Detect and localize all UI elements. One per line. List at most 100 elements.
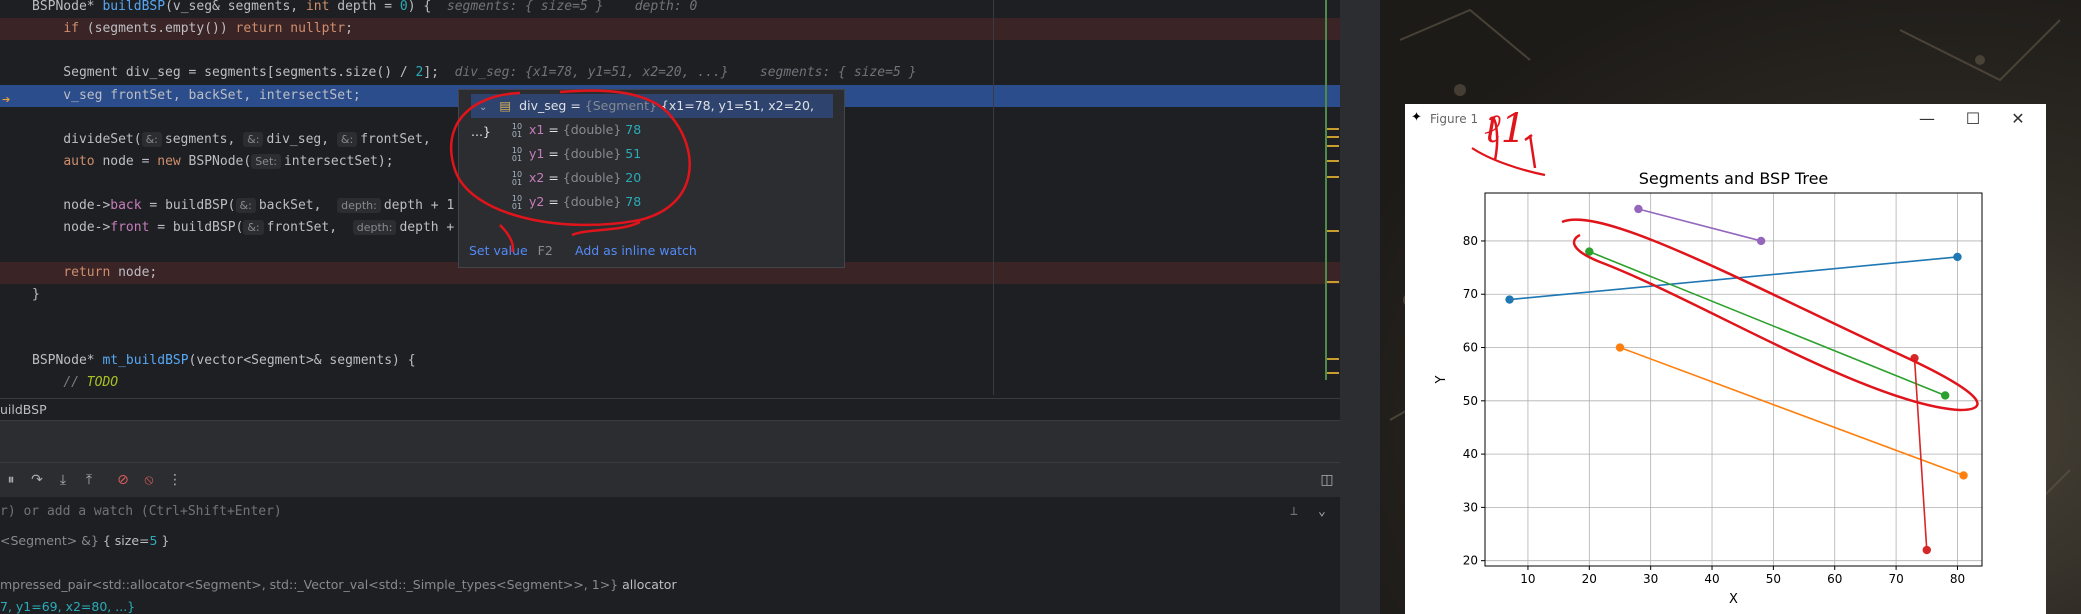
x-tick-label: 50 — [1766, 572, 1781, 586]
add-inline-watch-link[interactable]: Add as inline watch — [575, 243, 697, 258]
code-line[interactable]: // TODO — [0, 372, 1340, 394]
code-line[interactable]: BSPNode* buildBSP(v_seg& segments, int d… — [0, 0, 1340, 18]
variables-list[interactable]: <Segment> &} { size=5 } mpressed_pair<std… — [0, 527, 1340, 614]
popup-field-row[interactable]: 10 01 x1 = {double} 78 — [459, 118, 844, 142]
code-token: (v_seg& segments, — [165, 0, 306, 14]
code-token: backSet, — [258, 198, 338, 213]
code-token: ]; — [423, 65, 455, 80]
code-line[interactable] — [0, 40, 1340, 62]
chevron-down-icon[interactable]: ⌄ — [1318, 497, 1326, 527]
layout-settings-icon[interactable]: ◫ — [1318, 471, 1336, 489]
y-tick-label: 50 — [1463, 394, 1478, 408]
code-token: node; — [110, 265, 158, 280]
more-options-icon[interactable]: ⋮ — [166, 471, 184, 489]
data-point — [1615, 343, 1625, 352]
variable-row[interactable]: 7, y1=69, x2=80, ...} — [0, 599, 135, 614]
code-token: int — [305, 0, 330, 14]
code-line-text: auto node = new BSPNode(Set: intersectSet… — [32, 151, 394, 173]
figure-window-title: Figure 1 — [1430, 112, 1479, 126]
code-token: (vector<Segment>& segments) { — [188, 353, 416, 368]
code-line[interactable] — [0, 328, 1340, 350]
breadcrumb-item[interactable]: uildBSP — [0, 402, 47, 417]
pause-icon[interactable]: ⏸ — [2, 471, 20, 489]
field-type: {double} — [562, 122, 626, 137]
code-line[interactable] — [0, 306, 1340, 328]
code-token: = buildBSP( — [141, 198, 236, 213]
step-into-icon[interactable]: ⤓ — [54, 471, 72, 489]
data-point — [1585, 247, 1594, 256]
maximize-button[interactable]: ☐ — [1963, 109, 1983, 128]
minimize-button[interactable]: — — [1917, 109, 1937, 128]
numeric-type-icon: 10 01 — [511, 145, 523, 163]
series-line — [1638, 208, 1762, 242]
field-value: 20 — [625, 170, 642, 185]
mute-breakpoints-icon[interactable]: ⦸ — [140, 471, 158, 489]
step-over-icon[interactable]: ↷ — [28, 471, 46, 489]
code-line-text: } — [32, 284, 40, 306]
variable-row[interactable]: <Segment> &} { size=5 } — [0, 533, 169, 548]
right-margin-guide — [993, 0, 994, 395]
x-tick-label: 80 — [1950, 572, 1965, 586]
watch-placeholder: r) or add a watch (Ctrl+Shift+Enter) — [0, 504, 282, 519]
code-line-text: Segment div_seg = segments[segments.size… — [32, 62, 916, 84]
chevron-down-icon[interactable]: ⌄ — [479, 102, 487, 113]
pin-icon[interactable]: ⊥ — [1290, 497, 1298, 527]
vcs-change-bar — [1325, 0, 1327, 380]
x-tick-label: 70 — [1888, 572, 1903, 586]
x-tick-label: 20 — [1582, 572, 1597, 586]
field-value: 78 — [625, 194, 642, 209]
parameter-hint: depth: — [337, 198, 381, 213]
data-point — [1922, 545, 1931, 555]
parameter-hint: depth: — [352, 220, 397, 235]
code-token: frontSet, — [266, 220, 353, 235]
data-point — [1959, 471, 1968, 480]
chart-title: Segments and BSP Tree — [1639, 169, 1829, 188]
code-line-text: v_seg frontSet, backSet, intersectSet; — [32, 85, 360, 107]
popup-field-row[interactable]: 10 01 y1 = {double} 51 — [459, 142, 844, 166]
field-type: {double} — [562, 170, 626, 185]
code-line[interactable]: } — [0, 284, 1340, 306]
variable-row[interactable]: mpressed_pair<std::allocator<Segment>, s… — [0, 577, 677, 592]
parameter-hint: &: — [235, 198, 256, 213]
y-tick-label: 40 — [1463, 447, 1478, 461]
close-button[interactable]: ✕ — [2008, 109, 2028, 128]
code-line-text: // TODO — [32, 372, 118, 394]
y-tick-label: 30 — [1463, 500, 1478, 514]
popup-header-row[interactable]: ⌄ ▤ div_seg = {Segment} {x1=78, y1=51, x… — [471, 94, 833, 139]
set-value-link[interactable]: Set value F2 — [469, 243, 553, 258]
code-token: intersectSet); — [283, 154, 394, 169]
code-line[interactable]: Segment div_seg = segments[segments.size… — [0, 62, 1340, 84]
y-tick-label: 80 — [1463, 234, 1478, 248]
set-value-label[interactable]: Set value — [469, 243, 528, 258]
field-value: 51 — [625, 146, 642, 161]
code-line[interactable]: BSPNode* mt_buildBSP(vector<Segment>& se… — [0, 350, 1340, 372]
code-token: frontSet, — [360, 132, 431, 147]
code-token: node = — [94, 154, 158, 169]
watch-input[interactable]: r) or add a watch (Ctrl+Shift+Enter) ⊥ ⌄ — [0, 497, 1340, 528]
popup-field-row[interactable]: 10 01 x2 = {double} 20 — [459, 166, 844, 190]
code-line[interactable]: if (segments.empty()) return nullptr; — [0, 18, 1340, 40]
view-breakpoints-icon[interactable]: ⊘ — [114, 471, 132, 489]
code-token: if — [63, 21, 79, 36]
parameter-hint: &: — [243, 220, 264, 235]
data-point — [1940, 391, 1950, 400]
popup-header-name: div_seg — [519, 98, 567, 113]
code-line-text: BSPNode* mt_buildBSP(vector<Segment>& se… — [32, 350, 416, 372]
plot-canvas[interactable]: 10 20 30 40 50 60 70 80 20 30 40 50 60 70 80 Segments a… — [1405, 104, 2046, 614]
code-token: new — [157, 154, 181, 169]
data-point — [1953, 252, 1962, 262]
variable-inspect-popup[interactable]: ⌄ ▤ div_seg = {Segment} {x1=78, y1=51, x… — [458, 89, 845, 268]
field-name: y1 — [529, 146, 545, 161]
popup-field-row[interactable]: 10 01 y2 = {double} 78 — [459, 190, 844, 214]
numeric-type-icon: 10 01 — [511, 169, 523, 187]
code-token: BSPNode* — [32, 0, 103, 14]
field-name: x2 — [529, 170, 545, 185]
code-line-text: return node; — [32, 262, 157, 284]
code-token: div_seg: {x1=78, y1=51, x2=20, ...} segm… — [454, 65, 917, 80]
code-token: front — [110, 220, 150, 235]
breadcrumb[interactable]: uildBSP — [0, 398, 1340, 421]
figure-window[interactable]: 10 20 30 40 50 60 70 80 20 30 40 50 60 70 80 Segments a… — [1405, 104, 2046, 614]
step-out-icon[interactable]: ⤒ — [80, 471, 98, 489]
